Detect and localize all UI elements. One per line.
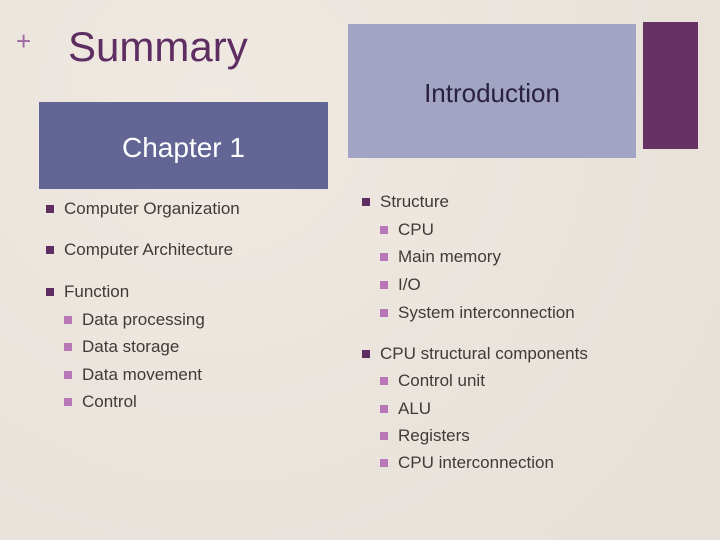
square-bullet-icon <box>64 342 72 351</box>
list-item-text: Data storage <box>82 337 180 356</box>
chapter-label: Chapter 1 <box>122 132 245 163</box>
square-bullet-icon <box>380 376 388 385</box>
list-item-text: CPU <box>398 220 434 239</box>
square-bullet-icon <box>362 349 370 358</box>
list-item: CPU structural components <box>362 344 588 364</box>
list-item-text: CPU structural components <box>380 344 588 363</box>
list-item: Data processing <box>64 310 205 330</box>
square-bullet-icon <box>380 431 388 440</box>
list-item: System interconnection <box>380 303 575 323</box>
list-item: Main memory <box>380 247 501 267</box>
list-item-text: Structure <box>380 192 449 211</box>
list-item: Computer Architecture <box>46 240 233 260</box>
square-bullet-icon <box>64 315 72 324</box>
list-item-text: Function <box>64 282 130 301</box>
list-item-text: Control unit <box>398 371 485 390</box>
slide-title: Summary <box>68 23 248 70</box>
square-bullet-icon <box>46 287 54 296</box>
introduction-label: Introduction <box>424 78 560 108</box>
list-item: CPU interconnection <box>380 453 554 473</box>
list-item: Control unit <box>380 371 485 391</box>
square-bullet-icon <box>64 370 72 379</box>
list-item-text: Computer Architecture <box>64 240 234 259</box>
accent-bar <box>643 22 698 149</box>
square-bullet-icon <box>46 204 54 213</box>
list-item-text: ALU <box>398 399 432 418</box>
square-bullet-icon <box>362 197 370 206</box>
list-item: ALU <box>380 399 431 419</box>
square-bullet-icon <box>46 245 54 254</box>
square-bullet-icon <box>380 225 388 234</box>
list-item: CPU <box>380 220 434 240</box>
list-item: Structure <box>362 192 449 212</box>
list-item-text: I/O <box>398 275 421 294</box>
list-item-text: Data processing <box>82 310 205 329</box>
list-item-text: Computer Organization <box>64 199 240 218</box>
list-item-text: CPU interconnection <box>398 453 554 472</box>
list-item: Control <box>64 392 137 412</box>
square-bullet-icon <box>380 280 388 289</box>
list-item: Registers <box>380 426 470 446</box>
square-bullet-icon <box>64 397 72 406</box>
chapter-box: Chapter 1 <box>39 102 328 189</box>
list-item-text: Data movement <box>82 365 202 384</box>
list-item-text: System interconnection <box>398 303 575 322</box>
list-item: Data storage <box>64 337 179 357</box>
square-bullet-icon <box>380 404 388 413</box>
slide: + Summary Introduction Chapter 1 Compute… <box>0 0 720 540</box>
list-item: Data movement <box>64 365 202 385</box>
square-bullet-icon <box>380 458 388 467</box>
list-item: Function <box>46 282 129 302</box>
list-item: I/O <box>380 275 421 295</box>
list-item-text: Registers <box>398 426 470 445</box>
list-item: Computer Organization <box>46 199 240 219</box>
plus-icon: + <box>16 26 32 56</box>
square-bullet-icon <box>380 252 388 261</box>
introduction-box: Introduction <box>348 24 636 158</box>
square-bullet-icon <box>380 308 388 317</box>
list-item-text: Main memory <box>398 247 501 266</box>
list-item-text: Control <box>82 392 137 411</box>
